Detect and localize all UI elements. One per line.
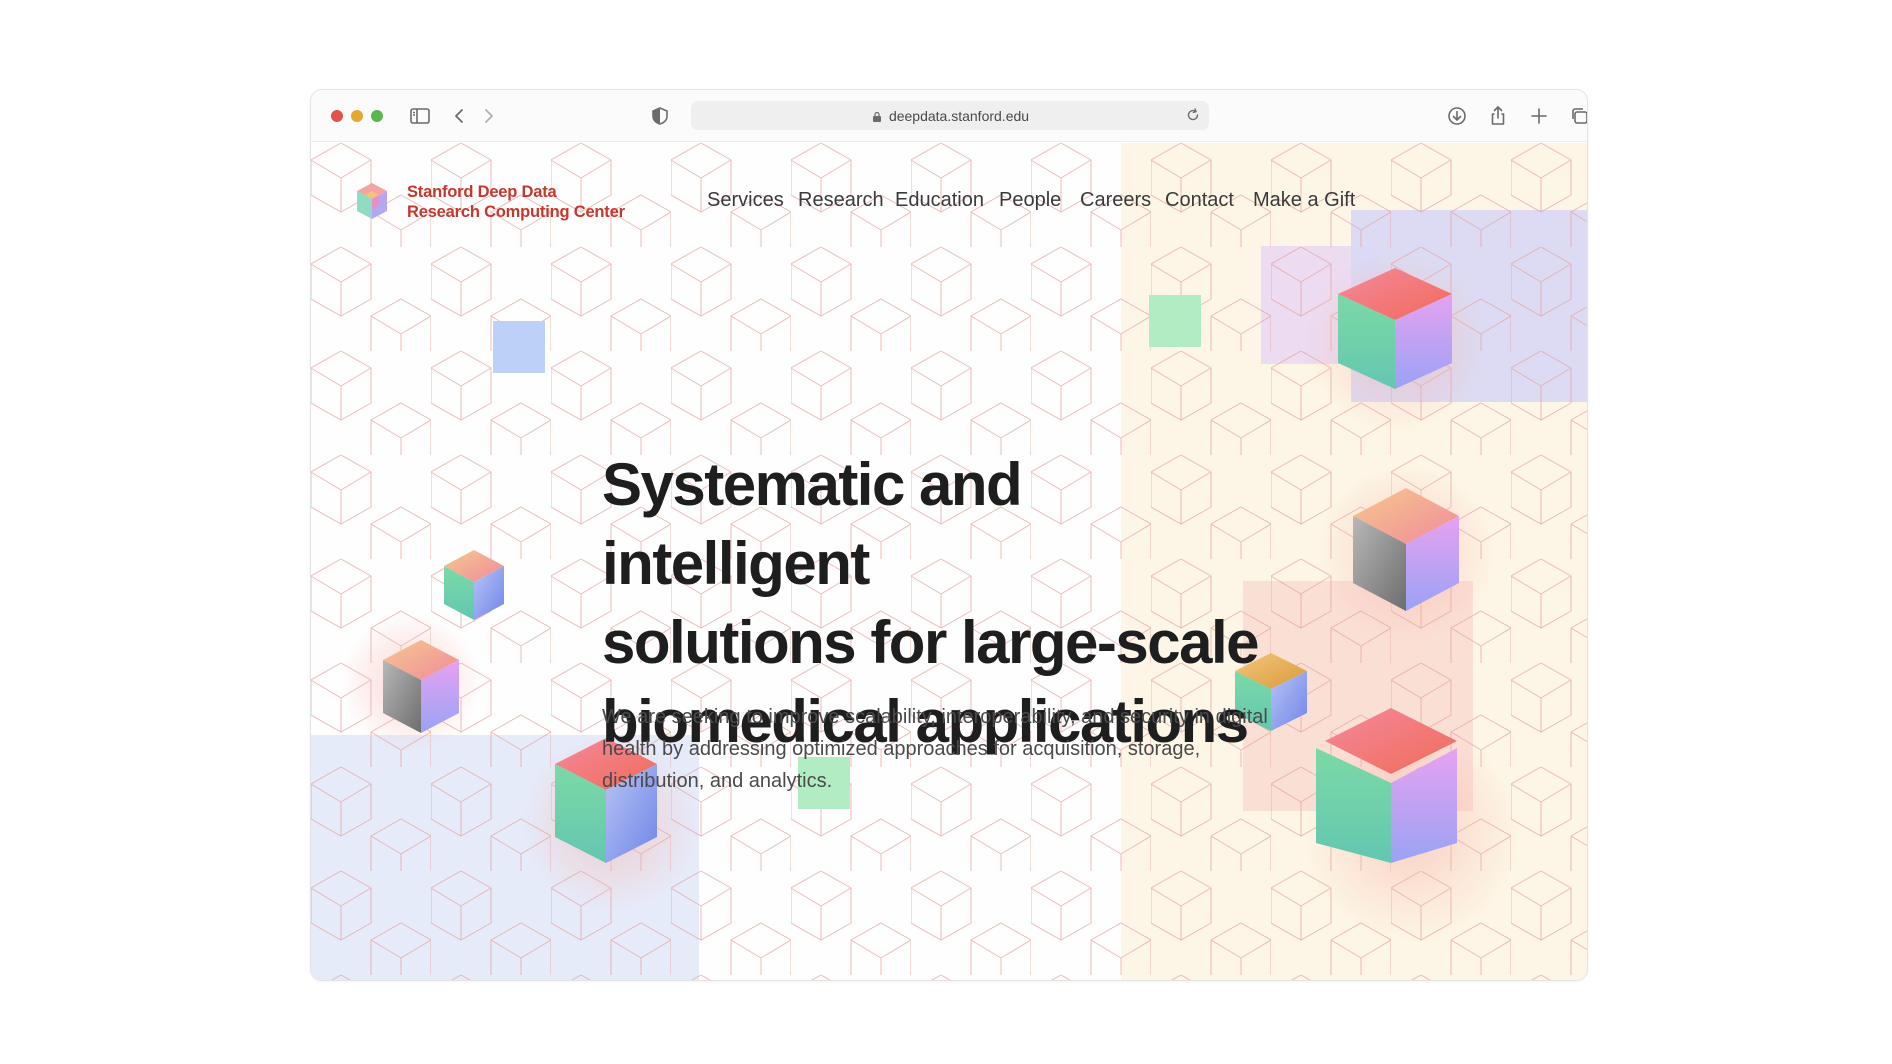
hero-title-line1: Systematic and intelligent	[602, 451, 1023, 597]
close-window-button[interactable]	[331, 110, 343, 122]
lock-icon	[871, 110, 883, 122]
reload-icon[interactable]	[1185, 107, 1201, 123]
minimize-window-button[interactable]	[351, 110, 363, 122]
nav-item-careers[interactable]: Careers	[1080, 189, 1151, 212]
share-icon[interactable]	[1485, 103, 1511, 129]
zoom-window-button[interactable]	[371, 110, 383, 122]
plus-icon[interactable]	[1526, 103, 1552, 129]
nav-item-research[interactable]: Research	[798, 189, 884, 212]
hero-subtitle-line2: health by addressing optimized approache…	[602, 738, 1201, 760]
hero-subtitle: We are seeking to improve scalability, i…	[602, 701, 1322, 797]
url-text: deepdata.stanford.edu	[888, 107, 1030, 124]
hero-subtitle-line1: We are seeking to improve scalability, i…	[602, 706, 1268, 728]
nav-item-people[interactable]: People	[999, 189, 1061, 212]
nav-item-services[interactable]: Services	[707, 189, 784, 212]
browser-toolbar: deepdata.stanford.edu	[311, 90, 1587, 142]
web-page: Stanford Deep Data Research Computing Ce…	[311, 143, 1587, 980]
browser-window: deepdata.stanford.edu Stanford Deep Data…	[310, 89, 1588, 981]
site-name: Stanford Deep Data Research Computing Ce…	[407, 182, 625, 222]
tab-overview-icon[interactable]	[1567, 103, 1587, 129]
nav-item-make-a-gift[interactable]: Make a Gift	[1253, 189, 1355, 212]
site-name-line2: Research Computing Center	[407, 203, 625, 221]
shield-icon[interactable]	[647, 103, 673, 129]
site-name-line1: Stanford Deep Data	[407, 183, 557, 201]
download-icon[interactable]	[1444, 103, 1470, 129]
hero-title-line2: solutions for large-scale	[602, 609, 1260, 676]
chevron-left-icon[interactable]	[447, 103, 473, 129]
nav-item-contact[interactable]: Contact	[1165, 189, 1234, 212]
sidebar-toggle-icon[interactable]	[407, 103, 433, 129]
site-logo[interactable]: Stanford Deep Data Research Computing Ce…	[349, 179, 625, 225]
chevron-right-icon[interactable]	[475, 103, 501, 129]
cube-logo-icon	[357, 183, 387, 219]
hero-subtitle-line3: distribution, and analytics.	[602, 770, 833, 792]
address-bar[interactable]: deepdata.stanford.edu	[691, 101, 1209, 130]
nav-item-education[interactable]: Education	[895, 189, 984, 212]
